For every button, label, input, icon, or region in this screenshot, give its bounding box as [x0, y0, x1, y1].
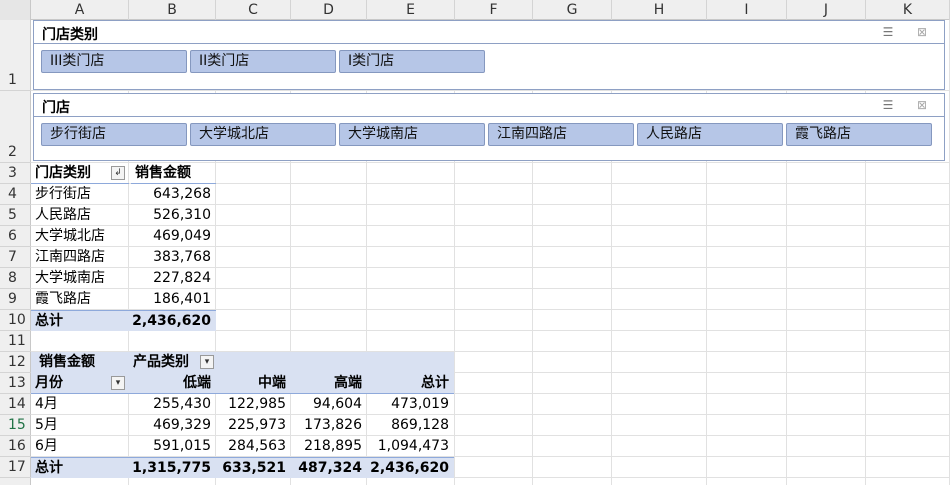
column-header-a[interactable]: A [31, 0, 129, 20]
pivot1-row-value: 526,310 [153, 207, 211, 223]
row-header-10[interactable]: 10 [0, 310, 31, 331]
pivot1-row-value: 469,049 [153, 228, 211, 244]
pivot2-cell: 284,563 [228, 438, 286, 454]
pivot2-total-cell: 1,315,775 [131, 457, 216, 478]
pivot1-row-value: 383,768 [153, 249, 211, 265]
row-header-12[interactable]: 12 [0, 352, 31, 373]
pivot2-total-cell: 2,436,620 [367, 457, 454, 478]
slicer-item-daxuechengbei[interactable]: 大学城北店 [190, 123, 336, 146]
row-header-16[interactable]: 16 [0, 436, 31, 457]
column-header-i[interactable]: I [707, 0, 787, 20]
row-header-14[interactable]: 14 [0, 394, 31, 415]
column-header-g[interactable]: G [533, 0, 612, 20]
pivot2-cell: 173,826 [304, 417, 362, 433]
row-header-6[interactable]: 6 [0, 226, 31, 247]
pivot2-cell: 1,094,473 [377, 438, 449, 454]
pivot2-col-header: 中端 [258, 375, 286, 391]
filter-dropdown-icon[interactable]: ▾ [200, 355, 214, 369]
pivot2-cell: 869,128 [391, 417, 449, 433]
slicer-store-type[interactable]: 门店类别 ☰ ⊠ III类门店 II类门店 I类门店 [33, 20, 945, 90]
slicer-item-iii-store[interactable]: III类门店 [41, 50, 187, 73]
pivot2-row-label: 5月 [35, 417, 58, 433]
pivot2-cell: 473,019 [391, 396, 449, 412]
pivot1-row-value: 643,268 [153, 186, 211, 202]
column-header-h[interactable]: H [612, 0, 707, 20]
pivot2-total-cell: 487,324 [291, 457, 367, 478]
row-header-13[interactable]: 13 [0, 373, 31, 394]
select-all-corner[interactable] [0, 0, 31, 20]
multi-select-icon[interactable]: ☰ [880, 25, 896, 39]
pivot2-cell: 218,895 [304, 438, 362, 454]
pivot2-cell: 591,015 [153, 438, 211, 454]
row-header-17[interactable]: 17 [0, 457, 31, 478]
pivot2-cell: 122,985 [228, 396, 286, 412]
column-header-k[interactable]: K [866, 0, 950, 20]
row-header-5[interactable]: 5 [0, 205, 31, 226]
pivot2-row-label: 4月 [35, 396, 58, 412]
filter-dropdown-icon[interactable]: ▾ [111, 376, 125, 390]
pivot1-row-label: 大学城北店 [35, 228, 105, 244]
multi-select-icon[interactable]: ☰ [880, 98, 896, 112]
row-header-4[interactable]: 4 [0, 184, 31, 205]
pivot1-total-value: 2,436,620 [131, 310, 216, 331]
row-header-2[interactable]: 2 [0, 91, 31, 163]
slicer-item-i-store[interactable]: I类门店 [339, 50, 485, 73]
slicer-header-divider [34, 116, 944, 117]
slicer-store-title: 门店 [42, 100, 70, 116]
clear-filter-icon[interactable]: ⊠ [914, 25, 930, 39]
row-header-1[interactable]: 1 [0, 20, 31, 91]
pivot2-total-cell: 633,521 [216, 457, 291, 478]
pivot1-row-label: 大学城南店 [35, 270, 105, 286]
column-header-d[interactable]: D [291, 0, 367, 20]
pivot2-column-field: 产品类别 [133, 354, 189, 370]
column-header-e[interactable]: E [367, 0, 455, 20]
pivot2-cell: 94,604 [313, 396, 362, 412]
pivot1-row-label: 人民路店 [35, 207, 91, 223]
pivot2-col-header: 总计 [421, 375, 449, 391]
column-header-b[interactable]: B [129, 0, 216, 20]
slicer-store[interactable]: 门店 ☰ ⊠ 步行街店 大学城北店 大学城南店 江南四路店 人民路店 霞飞路店 [33, 93, 945, 161]
pivot2-cell: 469,329 [153, 417, 211, 433]
pivot2-col-header: 高端 [334, 375, 362, 391]
grid-hline [31, 90, 950, 91]
row-header-7[interactable]: 7 [0, 247, 31, 268]
slicer-item-xiafeilu[interactable]: 霞飞路店 [786, 123, 932, 146]
slicer-item-ii-store[interactable]: II类门店 [190, 50, 336, 73]
pivot2-row-label: 6月 [35, 438, 58, 454]
clear-filter-icon[interactable]: ⊠ [914, 98, 930, 112]
filter-dropdown-icon[interactable]: ↲ [111, 166, 125, 180]
row-header-3[interactable]: 3 [0, 163, 31, 184]
slicer-header-divider [34, 43, 944, 44]
row-header-9[interactable]: 9 [0, 289, 31, 310]
slicer-store-type-title: 门店类别 [42, 27, 98, 43]
pivot1-row-label: 江南四路店 [35, 249, 105, 265]
slicer-item-renminlu[interactable]: 人民路店 [637, 123, 783, 146]
pivot2-total-label: 总计 [31, 457, 131, 478]
pivot2-cell: 225,973 [228, 417, 286, 433]
pivot1-total-label: 总计 [31, 310, 131, 331]
column-header-f[interactable]: F [455, 0, 533, 20]
row-header-11[interactable]: 11 [0, 331, 31, 352]
row-header-8[interactable]: 8 [0, 268, 31, 289]
row-header-15[interactable]: 15 [0, 415, 31, 436]
slicer-item-jiangnansilu[interactable]: 江南四路店 [488, 123, 634, 146]
column-header-c[interactable]: C [216, 0, 291, 20]
pivot2-row-field: 月份 [35, 375, 63, 391]
column-header-j[interactable]: J [787, 0, 866, 20]
pivot1-row-value: 186,401 [153, 291, 211, 307]
pivot1-row-label: 霞飞路店 [35, 291, 91, 307]
slicer-item-daxuechengnan[interactable]: 大学城南店 [339, 123, 485, 146]
pivot1-value-header: 销售金额 [131, 163, 216, 184]
pivot2-cell: 255,430 [153, 396, 211, 412]
pivot2-col-header: 低端 [183, 375, 211, 391]
pivot1-row-value: 227,824 [153, 270, 211, 286]
pivot2-value-field: 销售金额 [39, 354, 95, 370]
slicer-item-buxingjie[interactable]: 步行街店 [41, 123, 187, 146]
pivot1-row-label: 步行街店 [35, 186, 91, 202]
